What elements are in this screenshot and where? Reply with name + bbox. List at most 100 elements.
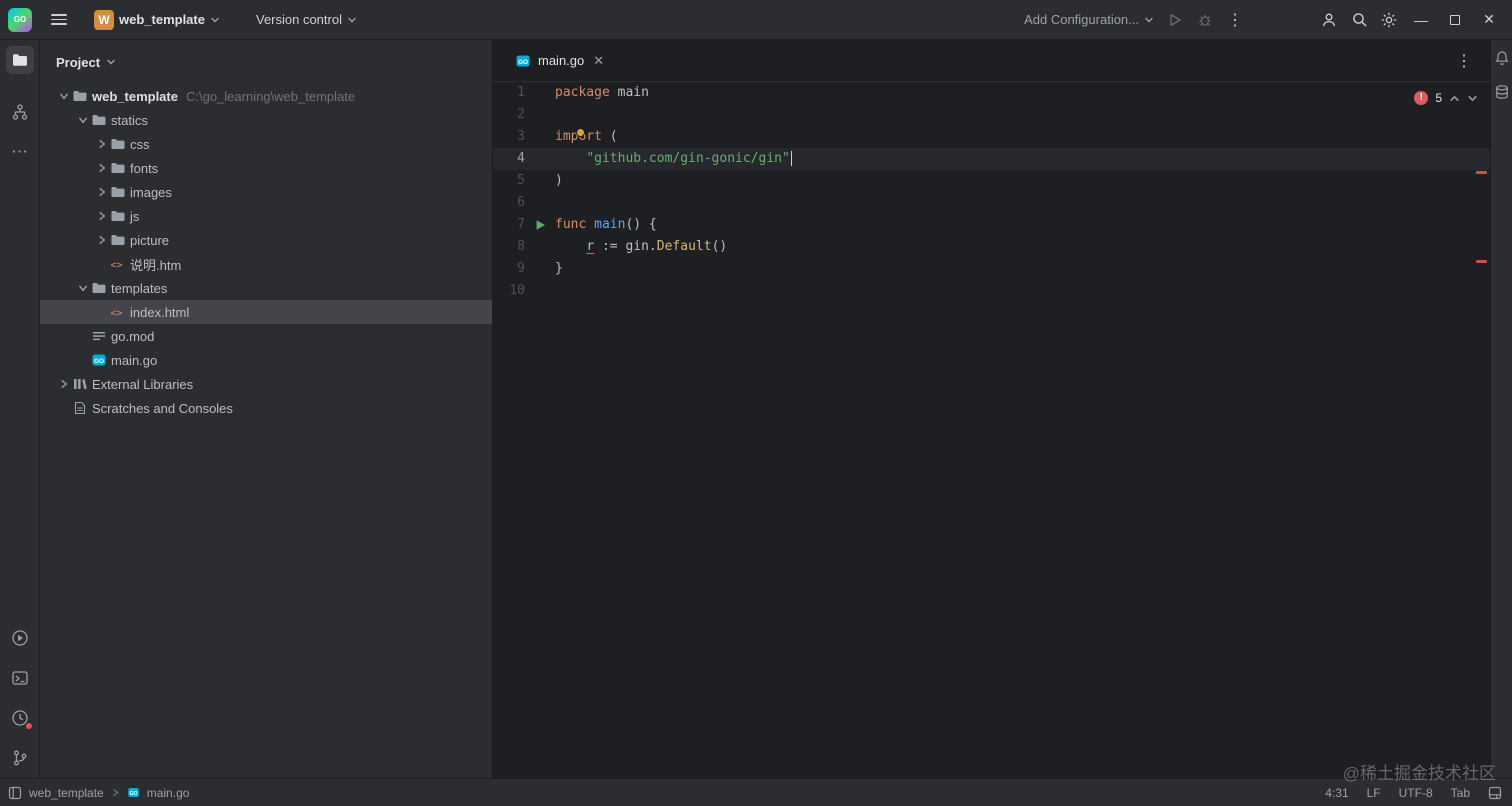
user-icon [1322, 13, 1336, 26]
tab-main-go[interactable]: GO main.go ✕ [505, 40, 614, 82]
tree-item-js[interactable]: js [40, 204, 492, 228]
run-main-icon[interactable] [525, 219, 555, 231]
tree-item-main.go[interactable]: GO main.go [40, 348, 492, 372]
version-control-toolwindow-button[interactable] [6, 744, 34, 772]
notification-badge [25, 723, 32, 729]
previous-problem-button[interactable] [1449, 93, 1460, 104]
file-encoding[interactable]: UTF-8 [1399, 786, 1433, 800]
line-number: 2 [517, 107, 525, 122]
chevron-down-icon [348, 17, 356, 22]
chevron-right-icon[interactable] [94, 208, 110, 224]
editor-options-button[interactable]: ⋮ [1456, 51, 1490, 71]
tree-item-fonts[interactable]: fonts [40, 156, 492, 180]
tree-item-go.mod[interactable]: go.mod [40, 324, 492, 348]
structure-toolwindow-button[interactable] [6, 98, 34, 126]
breadcrumb-file[interactable]: main.go [147, 786, 190, 800]
tool-windows-icon[interactable] [8, 786, 22, 800]
tree-item-scratches-and-consoles[interactable]: Scratches and Consoles [40, 396, 492, 420]
left-tool-stripe: ⋯ [0, 40, 40, 778]
inspection-widget[interactable]: ! 5 [1414, 87, 1478, 109]
indent-style[interactable]: Tab [1451, 786, 1470, 800]
line-separator[interactable]: LF [1367, 786, 1381, 800]
code-line-4[interactable]: 4 "github.com/gin-gonic/gin" [493, 148, 1490, 170]
version-control-widget[interactable]: Version control [250, 5, 363, 35]
project-widget-label: web_template [119, 12, 205, 27]
chevron-right-icon[interactable] [94, 136, 110, 152]
code-line-3[interactable]: 3 import ( [493, 126, 1490, 148]
breadcrumb-project[interactable]: web_template [29, 786, 104, 800]
code-text: r := gin.Default() [586, 239, 728, 254]
logo-text: GO [13, 15, 27, 24]
chevron-down-icon[interactable] [56, 88, 72, 104]
code-line-6[interactable]: 6 [493, 192, 1490, 214]
minimize-button[interactable]: — [1404, 5, 1438, 35]
terminal-toolwindow-button[interactable] [6, 664, 34, 692]
folder-icon [72, 88, 92, 104]
code-editor[interactable]: 1 package main 2 3 import (4 "github.com/gin… [493, 82, 1490, 778]
debug-button[interactable] [1190, 5, 1220, 35]
close-button[interactable]: ✕ [1472, 5, 1506, 35]
bell-icon[interactable] [1494, 50, 1510, 66]
gofile-icon: GO [91, 352, 111, 368]
project-widget[interactable]: W web_template [88, 5, 226, 35]
tree-item-label: css [130, 136, 150, 152]
tree-item-css[interactable]: css [40, 132, 492, 156]
cursor-position[interactable]: 4:31 [1325, 786, 1348, 800]
chevron-right-icon[interactable] [94, 232, 110, 248]
project-panel-header[interactable]: Project [40, 40, 492, 84]
chevron-right-icon[interactable] [94, 160, 110, 176]
tree-item-index.html[interactable]: <> index.html [40, 300, 492, 324]
code-text: func main() { [555, 217, 657, 232]
code-line-2[interactable]: 2 [493, 104, 1490, 126]
error-stripe-mark[interactable] [1476, 171, 1487, 174]
chevron-right-icon[interactable] [56, 376, 72, 392]
search-icon [1352, 13, 1366, 27]
tree-item-statics[interactable]: statics [40, 108, 492, 132]
breakpoint-dot-icon[interactable] [576, 128, 585, 137]
tree-item-external-libraries[interactable]: External Libraries [40, 372, 492, 396]
chevron-down-icon [107, 59, 115, 65]
svg-text:GO: GO [129, 791, 137, 797]
main-menu-button[interactable] [44, 5, 74, 35]
code-line-10[interactable]: 10 [493, 280, 1490, 302]
code-line-7[interactable]: 7 func main() { [493, 214, 1490, 236]
tree-item-label: main.go [111, 352, 158, 368]
database-icon[interactable] [1494, 84, 1510, 100]
tab-label: main.go [538, 53, 585, 68]
folder-icon [110, 232, 130, 248]
tree-item-templates[interactable]: templates [40, 276, 492, 300]
tree-item-images[interactable]: images [40, 180, 492, 204]
tree-item-web-template[interactable]: web_template C:\go_learning\web_template [40, 84, 492, 108]
chevron-right-icon[interactable] [94, 184, 110, 200]
tree-item--.htm[interactable]: <> 说明.htm [40, 252, 492, 276]
code-line-8[interactable]: 8 r := gin.Default() [493, 236, 1490, 258]
run-configuration-selector[interactable]: Add Configuration... [1018, 5, 1160, 35]
folder-icon [110, 160, 130, 176]
maximize-button[interactable] [1438, 5, 1472, 35]
search-everywhere-button[interactable] [1344, 5, 1374, 35]
more-actions-button[interactable]: ⋮ [1220, 5, 1250, 35]
error-stripe-mark[interactable] [1476, 260, 1487, 263]
window-layout-icon[interactable] [1488, 786, 1502, 800]
next-problem-button[interactable] [1467, 93, 1478, 104]
tab-close-icon[interactable]: ✕ [593, 53, 604, 69]
line-number: 9 [517, 261, 525, 276]
project-toolwindow-button[interactable] [5, 46, 34, 74]
run-button[interactable] [1160, 5, 1190, 35]
settings-button[interactable] [1374, 5, 1404, 35]
run-toolwindow-button[interactable] [6, 624, 34, 652]
code-line-9[interactable]: 9} [493, 258, 1490, 280]
problems-toolwindow-button[interactable] [6, 704, 34, 732]
code-line-5[interactable]: 5) [493, 170, 1490, 192]
chevron-down-icon[interactable] [75, 280, 91, 296]
tree-item-picture[interactable]: picture [40, 228, 492, 252]
more-toolwindows-button[interactable]: ⋯ [6, 138, 34, 166]
chevron-down-icon[interactable] [75, 112, 91, 128]
code-with-me-button[interactable] [1314, 5, 1344, 35]
scratch-icon [72, 400, 92, 416]
line-number: 10 [509, 283, 525, 298]
code-line-1[interactable]: 1 package main [493, 82, 1490, 104]
code-text: } [555, 261, 563, 276]
